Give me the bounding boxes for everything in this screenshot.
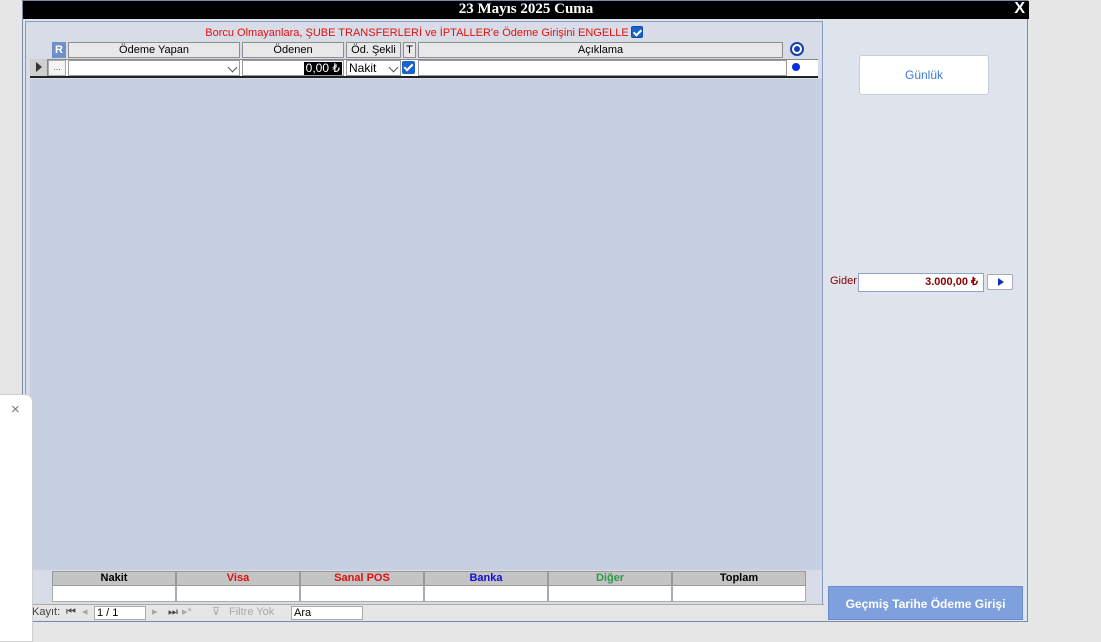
summary-value [52,586,176,602]
payment-method-combobox[interactable]: Nakit [346,60,401,76]
summary-col-toplam: Toplam [672,571,806,603]
search-input[interactable]: Ara [291,606,363,620]
paid-amount-value: 0,00 ₺ [303,61,342,75]
summary-header: Banka [424,571,548,586]
prev-record-icon[interactable]: ◂ [82,606,88,619]
record-label: Kayıt: [32,606,61,618]
next-record-icon[interactable]: ▸ [152,606,158,619]
paid-amount-input[interactable]: 0,00 ₺ [242,60,344,76]
records-grid-area [30,79,822,570]
side-flyout-panel: × [0,394,33,642]
block-payment-label: Borcu Olmayanlara, ŞUBE TRANSFERLERİ ve … [205,27,629,39]
payment-summary: Nakit Visa Sanal POS Banka Diğer Toplam [52,571,808,603]
summary-value [424,586,548,602]
summary-col-visa: Visa [176,571,300,603]
row-radio-dot[interactable] [792,63,800,71]
summary-header: Nakit [52,571,176,586]
select-all-radio[interactable] [790,42,804,56]
title-bar: 23 Mayıs 2025 Cuma X [23,0,1029,19]
gider-label: Gider [830,275,857,287]
t-checkbox[interactable] [402,61,415,74]
summary-header: Sanal POS [300,571,424,586]
payer-combobox[interactable] [68,60,240,76]
summary-col-diger: Diğer [548,571,672,603]
col-header-t[interactable]: T [403,42,416,58]
filter-icon[interactable]: ⊽ [212,606,220,619]
new-record-icon[interactable]: ▸* [182,606,192,619]
block-payment-notice: Borcu Olmayanlara, ŞUBE TRANSFERLERİ ve … [26,26,822,40]
payment-entry-window: 23 Mayıs 2025 Cuma X Borcu Olmayanlara, … [22,0,1029,622]
col-header-description[interactable]: Açıklama [418,42,783,58]
summary-value [672,586,806,602]
chevron-down-icon[interactable] [227,62,238,73]
col-header-payer[interactable]: Ödeme Yapan [68,42,240,58]
col-header-method[interactable]: Öd. Şekli [346,42,401,58]
block-payment-checkbox[interactable] [630,26,643,39]
row-lookup-button[interactable]: ... [48,60,66,76]
last-record-icon[interactable]: ⏭ [168,606,178,619]
window-title: 23 Mayıs 2025 Cuma [458,1,594,17]
close-icon[interactable]: × [11,402,20,417]
summary-value [176,586,300,602]
record-navigator: Kayıt: ⏮ ◂ 1 / 1 ▸ ⏭ ▸* ⊽ Filtre Yok Ara [26,604,824,620]
close-window-button[interactable]: X [1014,0,1025,18]
summary-header: Diğer [548,571,672,586]
summary-header: Visa [176,571,300,586]
chevron-down-icon[interactable] [388,62,399,73]
col-header-paid[interactable]: Ödenen [242,42,344,58]
past-date-payment-button[interactable]: Geçmiş Tarihe Ödeme Girişi [828,586,1023,620]
row-selector-icon[interactable] [30,59,48,76]
payment-method-value: Nakit [349,61,377,75]
payments-panel: Borcu Olmayanlara, ŞUBE TRANSFERLERİ ve … [25,21,824,620]
gider-open-button[interactable] [987,274,1013,290]
gunluk-button[interactable]: Günlük [859,55,989,95]
first-record-icon[interactable]: ⏮ [66,606,76,619]
summary-col-sanal-pos: Sanal POS [300,571,424,603]
summary-col-nakit: Nakit [52,571,176,603]
summary-header: Toplam [672,571,806,586]
summary-value [300,586,424,602]
filter-status[interactable]: Filtre Yok [229,606,274,619]
gider-value-field[interactable]: 3.000,00 ₺ [858,273,984,292]
record-position-input[interactable]: 1 / 1 [94,606,146,620]
refresh-button[interactable]: R [52,42,66,58]
summary-value [548,586,672,602]
description-input[interactable] [418,60,787,76]
summary-col-banka: Banka [424,571,548,603]
